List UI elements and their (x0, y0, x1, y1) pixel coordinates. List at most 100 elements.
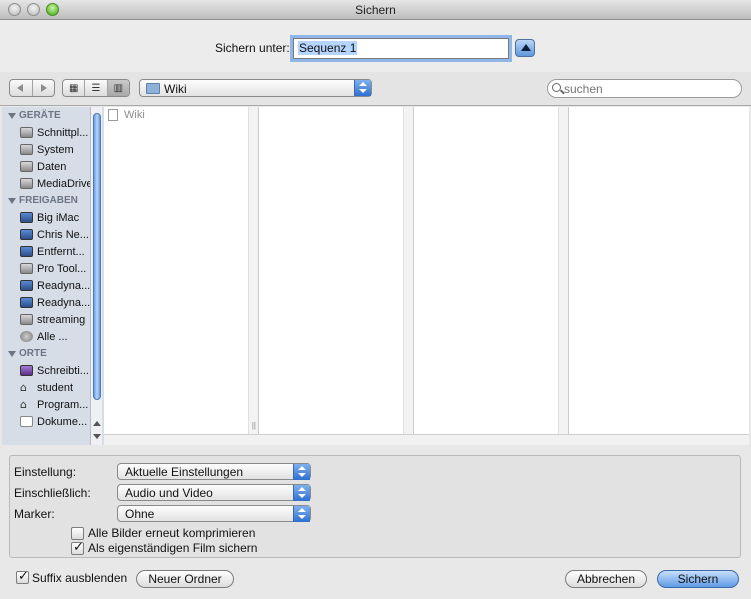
sidebar-item-label: Program... (37, 398, 89, 411)
sidebar-item[interactable]: Dokume... (2, 413, 104, 430)
sidebar-item[interactable]: MediaDrive (2, 175, 104, 192)
sidebar-section-title: GERÄTE (19, 109, 61, 121)
browser-horizontal-scrollbar[interactable] (104, 434, 749, 445)
search-icon (552, 83, 561, 92)
sidebar-item[interactable]: Alle ... (2, 328, 104, 345)
sidebar-item[interactable]: Schnittpl... (2, 124, 104, 141)
mac-icon (20, 297, 33, 308)
sidebar-item[interactable]: Daten (2, 158, 104, 175)
minimize-window-button[interactable] (27, 3, 40, 16)
save-button[interactable]: Sichern (657, 570, 739, 588)
sidebar-item-label: streaming (37, 313, 86, 326)
icon-view-icon[interactable]: ▦ (63, 80, 86, 96)
back-arrow-icon[interactable] (10, 80, 33, 96)
location-label: Wiki (164, 82, 187, 96)
setting-popup[interactable]: Aktuelle Einstellungen (117, 463, 311, 480)
forward-arrow-icon[interactable] (33, 80, 55, 96)
folder-icon (146, 83, 160, 94)
recompress-checkbox[interactable] (71, 527, 84, 540)
include-label: Einschließlich: (14, 486, 91, 500)
self-contained-label: Als eigenständigen Film sichern (88, 541, 258, 555)
popup-arrows-icon (293, 464, 310, 480)
sidebar: GERÄTE Schnittpl... System Daten MediaDrive F… (2, 107, 104, 445)
sidebar-item-label: Schreibti... (37, 364, 89, 377)
sidebar-item-label: System (37, 143, 74, 156)
sidebar-section-header[interactable]: ORTE (2, 345, 104, 362)
include-value: Audio und Video (125, 486, 213, 500)
setting-value: Aktuelle Einstellungen (125, 465, 244, 479)
filename-input[interactable]: Sequenz 1 (293, 38, 509, 59)
sidebar-item[interactable]: ⌂ Program... (2, 396, 104, 413)
sidebar-item-label: Dokume... (37, 415, 88, 428)
document-icon (108, 109, 118, 121)
sidebar-item[interactable]: Entfernt... (2, 243, 104, 260)
hide-suffix-checkbox[interactable] (16, 569, 29, 584)
sidebar-item-label: Big iMac (37, 211, 80, 224)
sidebar-item[interactable]: Readyna... (2, 294, 104, 311)
disk-icon (20, 314, 33, 325)
cancel-button[interactable]: Abbrechen (565, 570, 647, 588)
file-item-wiki[interactable]: Wiki (108, 109, 145, 121)
sidebar-item-label: Readyna... (37, 279, 91, 292)
sidebar-scroll-thumb[interactable] (93, 113, 101, 400)
sidebar-item[interactable]: Big iMac (2, 209, 104, 226)
column-divider (403, 107, 413, 434)
history-navigation (9, 79, 55, 97)
sidebar-item-label: Readyna... (37, 296, 91, 309)
zoom-window-button[interactable] (46, 3, 59, 16)
desk-icon (20, 365, 33, 376)
view-switcher: ▦ ☰ ▥ (62, 79, 130, 97)
mac-icon (20, 212, 33, 223)
mac-icon (20, 280, 33, 291)
doc-icon (20, 416, 33, 427)
search-input[interactable] (564, 82, 734, 96)
column-resize-grip[interactable]: || (252, 421, 256, 430)
disk-icon (20, 127, 33, 138)
column-view-icon[interactable]: ▥ (107, 80, 129, 96)
home-icon: ⌂ (20, 381, 27, 394)
sidebar-item[interactable]: System (2, 141, 104, 158)
disclosure-triangle-icon[interactable] (8, 112, 16, 119)
close-window-button[interactable] (8, 3, 21, 16)
include-popup[interactable]: Audio und Video (117, 484, 311, 501)
sidebar-scrollbar[interactable] (90, 107, 102, 445)
sidebar-item-label: student (37, 381, 74, 394)
sidebar-item[interactable]: ⌂ student (2, 379, 104, 396)
collapse-dialog-button[interactable] (515, 39, 535, 57)
self-contained-checkbox[interactable] (71, 540, 84, 555)
sidebar-item[interactable]: Chris Ne... (2, 226, 104, 243)
export-options-panel: Einstellung: Aktuelle Einstellungen Eins… (9, 455, 741, 558)
browser-column-2[interactable] (259, 107, 414, 434)
sidebar-item[interactable]: Readyna... (2, 277, 104, 294)
sidebar-item-label: Daten (37, 160, 67, 173)
filename-text: Sequenz 1 (298, 41, 358, 55)
location-popup[interactable]: Wiki (139, 79, 372, 97)
title-bar: Sichern (0, 0, 751, 20)
sidebar-item-label: Schnittpl... (37, 126, 89, 139)
search-field[interactable] (547, 79, 742, 98)
disclosure-triangle-icon[interactable] (8, 197, 16, 204)
new-folder-button[interactable]: Neuer Ordner (136, 570, 234, 588)
popup-arrows-icon (293, 506, 310, 522)
disk-icon (20, 263, 33, 274)
save-as-label: Sichern unter: (215, 41, 290, 55)
marker-popup[interactable]: Ohne (117, 505, 311, 522)
scroll-down-arrow-icon[interactable] (93, 434, 101, 439)
popup-arrows-icon (354, 80, 371, 96)
list-view-icon[interactable]: ☰ (85, 80, 108, 96)
sidebar-item-label: Alle ... (37, 330, 68, 343)
disclosure-triangle-icon[interactable] (8, 350, 16, 357)
popup-arrows-icon (293, 485, 310, 501)
browser-column-3[interactable] (414, 107, 569, 434)
browser-column-4[interactable] (569, 107, 749, 434)
sidebar-section-header[interactable]: GERÄTE (2, 107, 104, 124)
hide-suffix-label: Suffix ausblenden (32, 571, 128, 585)
sidebar-section-header[interactable]: FREIGABEN (2, 192, 104, 209)
recompress-label: Alle Bilder erneut komprimieren (88, 526, 256, 540)
sidebar-item[interactable]: Pro Tool... (2, 260, 104, 277)
scroll-up-arrow-icon[interactable] (93, 421, 101, 426)
home-icon: ⌂ (20, 398, 27, 411)
sidebar-item[interactable]: streaming (2, 311, 104, 328)
browser-column-1[interactable]: Wiki || (104, 107, 259, 434)
sidebar-item[interactable]: Schreibti... (2, 362, 104, 379)
